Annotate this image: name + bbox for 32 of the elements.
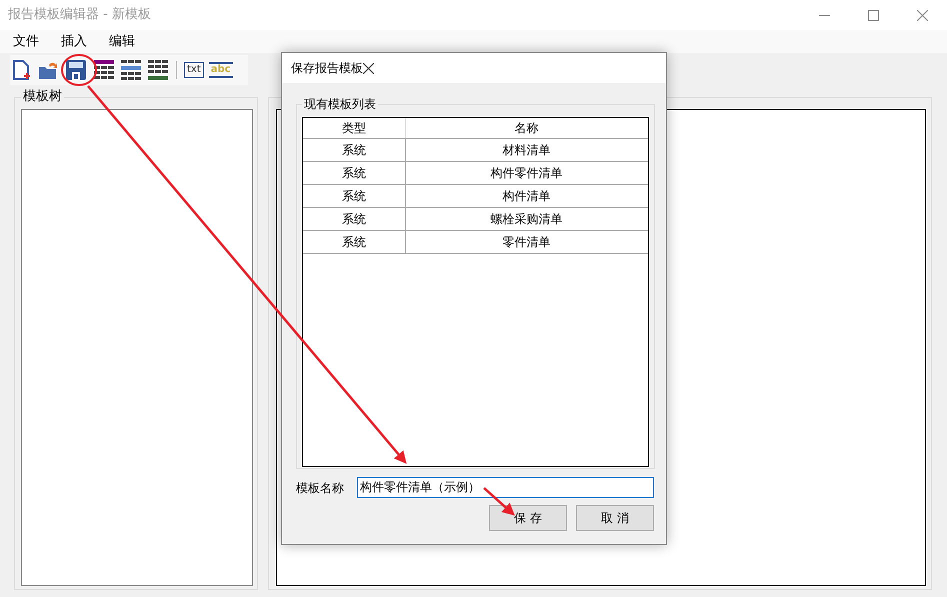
- text-box-button[interactable]: txt: [184, 62, 204, 78]
- dialog-button[interactable]: 保 存: [489, 505, 567, 531]
- new-file-icon[interactable]: [10, 59, 32, 81]
- dialog-button[interactable]: 取 消: [576, 505, 654, 531]
- table-cell-text: 零件清单: [502, 234, 552, 251]
- panel-title: 模板树: [21, 89, 64, 105]
- menu-item[interactable]: 编辑: [102, 32, 142, 52]
- column-header[interactable]: 类型: [303, 118, 406, 138]
- table-icon[interactable]: [120, 59, 142, 81]
- menu-item[interactable]: 文件: [6, 32, 46, 52]
- dialog-title: 保存报告模板: [291, 60, 363, 77]
- table-cell: 系统: [303, 139, 406, 161]
- table-cell: 系统: [303, 231, 406, 253]
- template-name-field[interactable]: 构件零件清单（示例）: [357, 477, 654, 498]
- table-cell: 系统: [303, 208, 406, 230]
- table-cell: 系统: [303, 162, 406, 184]
- column-header[interactable]: 名称: [406, 118, 647, 138]
- table-cell-text: 材料清单: [502, 142, 552, 159]
- table-cell-text: 构件清单: [502, 188, 552, 205]
- table-cell: 系统: [303, 185, 406, 207]
- annotation-circle: [61, 54, 97, 86]
- table-icon[interactable]: [93, 59, 115, 81]
- annotation-arrow: [483, 487, 515, 516]
- window-title: 报告模板编辑器 - 新模板: [8, 6, 151, 24]
- table-cell-text: 构件零件清单: [490, 165, 564, 182]
- maximize-icon[interactable]: [868, 10, 879, 20]
- table-icon[interactable]: [147, 59, 169, 81]
- field-label: 模板名称: [296, 480, 345, 496]
- close-icon[interactable]: [363, 62, 374, 74]
- menu-item[interactable]: 插入: [54, 32, 94, 52]
- group-title: 现有模板列表: [302, 96, 378, 112]
- table-cell-text: 螺栓采购清单: [490, 211, 564, 228]
